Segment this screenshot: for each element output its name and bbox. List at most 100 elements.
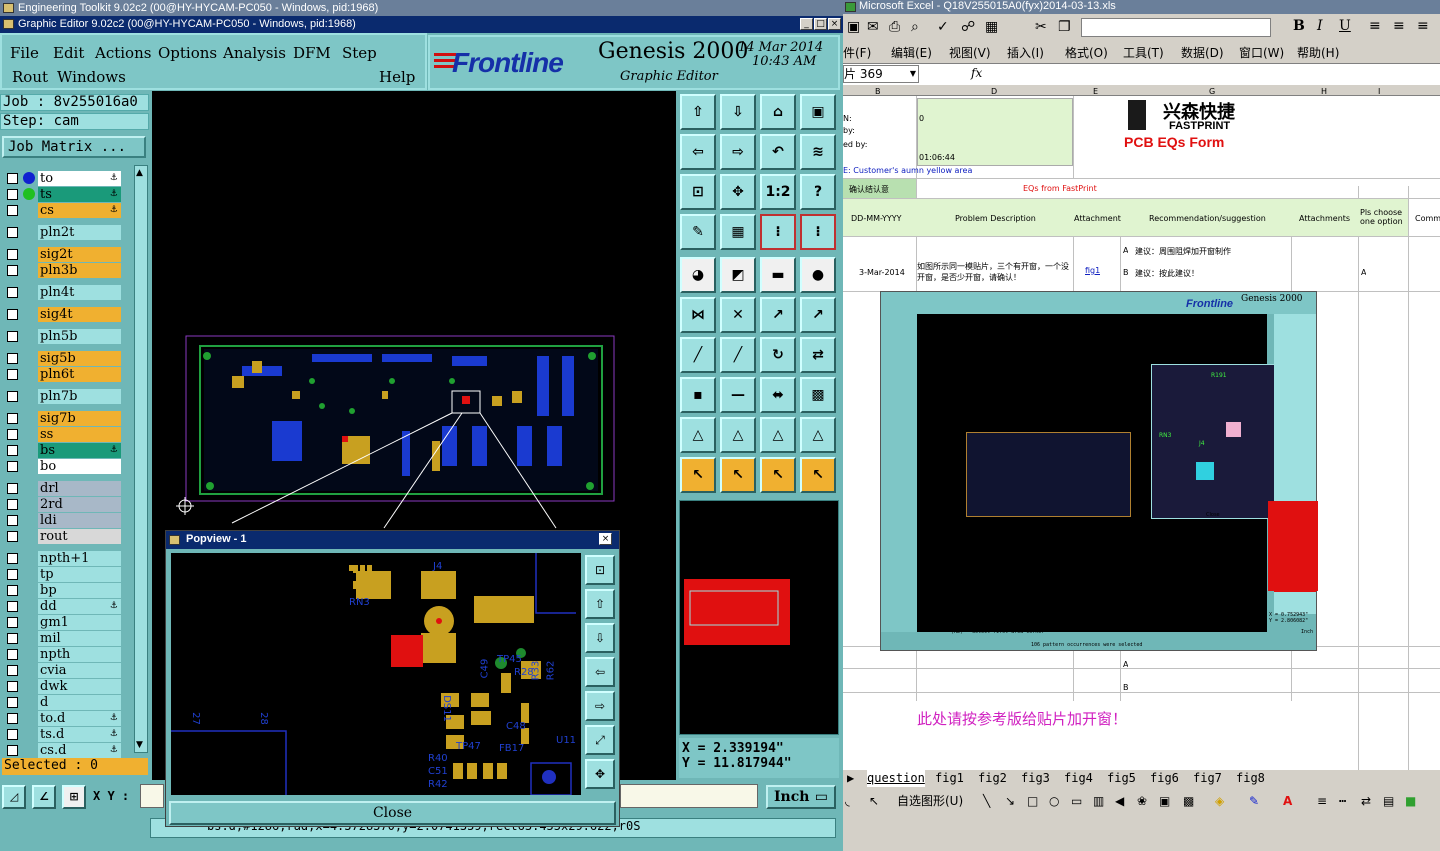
window-icon[interactable]: ▣ [800, 94, 836, 130]
align-right-icon[interactable]: ≡ [1417, 18, 1429, 34]
layer-name[interactable]: npth [38, 647, 121, 662]
format-painter-icon[interactable]: ▦ [985, 19, 998, 35]
layer-row[interactable]: ts.d ⚓ [4, 727, 121, 742]
trace-icon[interactable]: ╱ [720, 337, 756, 373]
zoom-up-icon[interactable]: ⇧ [680, 94, 716, 130]
layer-row[interactable]: mil [4, 631, 121, 646]
row1-choice[interactable]: A [1361, 268, 1366, 277]
layer-color-icon[interactable] [23, 188, 35, 200]
layer-row[interactable]: npth [4, 647, 121, 662]
layer-row[interactable]: pln6t [4, 367, 121, 382]
preview-icon[interactable]: ⌕ [911, 19, 919, 35]
layer-row[interactable]: dwk [4, 679, 121, 694]
field-n-value[interactable]: 0 [919, 114, 924, 123]
xl-menu-file[interactable]: 件(F) [843, 44, 871, 61]
copy-icon[interactable]: ↗ [800, 297, 836, 333]
popview-expand-icon[interactable]: ⤢ [585, 725, 615, 755]
layer-scrollbar[interactable]: ▲ ▼ [134, 165, 148, 753]
font-color-icon[interactable]: A [1283, 789, 1292, 813]
layer-name[interactable]: to ⚓ [38, 171, 121, 186]
layer-row[interactable]: rout [4, 529, 121, 544]
layer-checkbox[interactable] [7, 585, 18, 596]
layer-checkbox[interactable] [7, 499, 18, 510]
col-header-g[interactable]: G [1209, 87, 1215, 96]
pointer-path-icon[interactable]: ↖ [800, 457, 836, 493]
layer-row[interactable]: pln7b [4, 389, 121, 404]
layer-row[interactable]: to ⚓ [4, 171, 121, 186]
layer-name[interactable]: ldi [38, 513, 121, 528]
angle-mode-icon[interactable]: ∠ [32, 785, 56, 809]
fill-color-icon[interactable]: ◈ [1215, 789, 1224, 813]
layer-row[interactable]: dd ⚓ [4, 599, 121, 614]
rotate-icon[interactable]: ↻ [760, 337, 796, 373]
layer-checkbox[interactable] [7, 713, 18, 724]
xl-menu-view[interactable]: 视图(V) [949, 44, 991, 61]
layer-row[interactable]: bo [4, 459, 121, 474]
layer-name[interactable]: sig5b [38, 351, 121, 366]
layer-name[interactable]: d [38, 695, 121, 710]
layer-checkbox[interactable] [7, 729, 18, 740]
layer-row[interactable]: to.d ⚓ [4, 711, 121, 726]
scale-button[interactable]: 1:2 [760, 174, 796, 210]
split-icon[interactable]: — [720, 377, 756, 413]
zoom-down-icon[interactable]: ⇩ [720, 94, 756, 130]
layer-name[interactable]: pln6t [38, 367, 121, 382]
tab-nav-icon[interactable]: ▶ [847, 770, 854, 787]
align-left-icon[interactable]: ≡ [1369, 18, 1381, 34]
row1-problem[interactable]: 如图所示同一模贴片，三个有开窗，一个没开窗，是否少开窗，请确认！ [917, 261, 1073, 283]
snap-alt-icon[interactable]: ⁝ [800, 214, 836, 250]
layer-checkbox[interactable] [7, 633, 18, 644]
zoom-center-icon[interactable]: ✥ [720, 174, 756, 210]
layer-name[interactable]: pln4t [38, 285, 121, 300]
layer-name[interactable]: pln3b [38, 263, 121, 278]
layer-name[interactable]: cvia [38, 663, 121, 678]
xl-menu-edit[interactable]: 编辑(E) [891, 44, 932, 61]
popview-zoom-in-icon[interactable]: ⇧ [585, 589, 615, 619]
spellcheck-icon[interactable]: ✓ [937, 19, 949, 35]
popview-pan-right-icon[interactable]: ⇨ [585, 691, 615, 721]
menu-step[interactable]: Step [342, 44, 377, 62]
zoom-fit-icon[interactable]: ⊡ [680, 174, 716, 210]
tab-fig8[interactable]: fig8 [1236, 770, 1265, 787]
menu-windows[interactable]: Windows [57, 68, 126, 86]
save-icon[interactable]: ▣ [847, 19, 860, 35]
polygon-alt-icon[interactable]: △ [720, 417, 756, 453]
layer-name[interactable]: pln2t [38, 225, 121, 240]
layer-checkbox[interactable] [7, 461, 18, 472]
layer-row[interactable]: tp [4, 567, 121, 582]
layer-name[interactable]: drl [38, 481, 121, 496]
layer-row[interactable]: sig4t [4, 307, 121, 322]
line-tool-icon[interactable]: ╲ [983, 789, 990, 813]
resize-icon[interactable]: ▪ [680, 377, 716, 413]
xy-input[interactable] [140, 784, 164, 808]
scroll-down-icon[interactable]: ▼ [136, 740, 143, 750]
select-feature-icon[interactable]: ◕ [680, 257, 716, 293]
delete-icon[interactable]: ✕ [720, 297, 756, 333]
pointer-icon[interactable]: ↖ [680, 457, 716, 493]
menu-options[interactable]: Options [158, 44, 217, 62]
font-name-select[interactable] [1081, 18, 1271, 37]
menu-actions[interactable]: Actions [95, 44, 151, 62]
command-input[interactable] [620, 784, 758, 808]
layer-row[interactable]: 2rd [4, 497, 121, 512]
layer-checkbox[interactable] [7, 601, 18, 612]
pointer-box-icon[interactable]: ↖ [720, 457, 756, 493]
layer-checkbox[interactable] [7, 745, 18, 756]
overview-map[interactable] [679, 500, 839, 735]
layer-checkbox[interactable] [7, 309, 18, 320]
spreadsheet-grid[interactable]: B D E G H I N: by: ed by: 0 01:06:44 E: … [843, 86, 1440, 770]
layer-row[interactable]: pln3b [4, 263, 121, 278]
row1-opt-b[interactable]: 建议：按此建议！ [1135, 268, 1199, 279]
xl-menu-insert[interactable]: 插入(I) [1007, 44, 1044, 61]
layer-name[interactable]: bs ⚓ [38, 443, 121, 458]
formula-input[interactable] [991, 65, 1439, 83]
help-button[interactable]: ? [800, 174, 836, 210]
layer-name[interactable]: cs ⚓ [38, 203, 121, 218]
tab-fig2[interactable]: fig2 [978, 770, 1007, 787]
scroll-up-icon[interactable]: ▲ [136, 168, 143, 178]
field-time-value[interactable]: 01:06:44 [919, 153, 955, 162]
undo-view-icon[interactable]: ↶ [760, 134, 796, 170]
layer-row[interactable]: drl [4, 481, 121, 496]
xl-menu-format[interactable]: 格式(O) [1065, 44, 1108, 61]
layer-row[interactable]: sig7b [4, 411, 121, 426]
